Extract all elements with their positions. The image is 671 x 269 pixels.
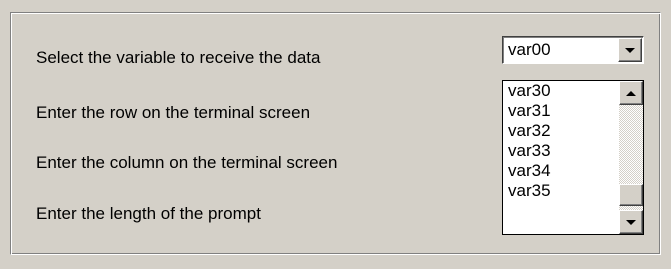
list-item-var33[interactable]: var33	[508, 141, 551, 161]
list-item-var30[interactable]: var30	[508, 81, 551, 101]
prompt-length-label: Enter the length of the prompt	[36, 204, 261, 223]
list-scrollbar[interactable]	[619, 81, 643, 234]
scroll-up-icon	[626, 90, 636, 96]
list-item-var31[interactable]: var31	[508, 101, 551, 121]
scroll-down-button[interactable]	[619, 210, 643, 234]
dropdown-button[interactable]	[618, 38, 642, 62]
variable-dropdown-list[interactable]: var30 var31 var32 var33 var34 var35	[502, 80, 644, 235]
list-item-var32[interactable]: var32	[508, 121, 551, 141]
scroll-down-icon	[626, 219, 636, 225]
list-item-var34[interactable]: var34	[508, 161, 551, 181]
variable-select-value: var00	[508, 40, 551, 59]
row-label: Enter the row on the terminal screen	[36, 103, 311, 122]
list-item-var35[interactable]: var35	[508, 181, 551, 201]
variable-label: Select the variable to receive the data	[36, 48, 321, 67]
scroll-up-button[interactable]	[619, 81, 643, 105]
scroll-thumb[interactable]	[619, 184, 643, 206]
chevron-down-icon	[625, 47, 635, 53]
variable-select[interactable]: var00	[502, 36, 644, 64]
column-label: Enter the column on the terminal screen	[36, 153, 338, 172]
